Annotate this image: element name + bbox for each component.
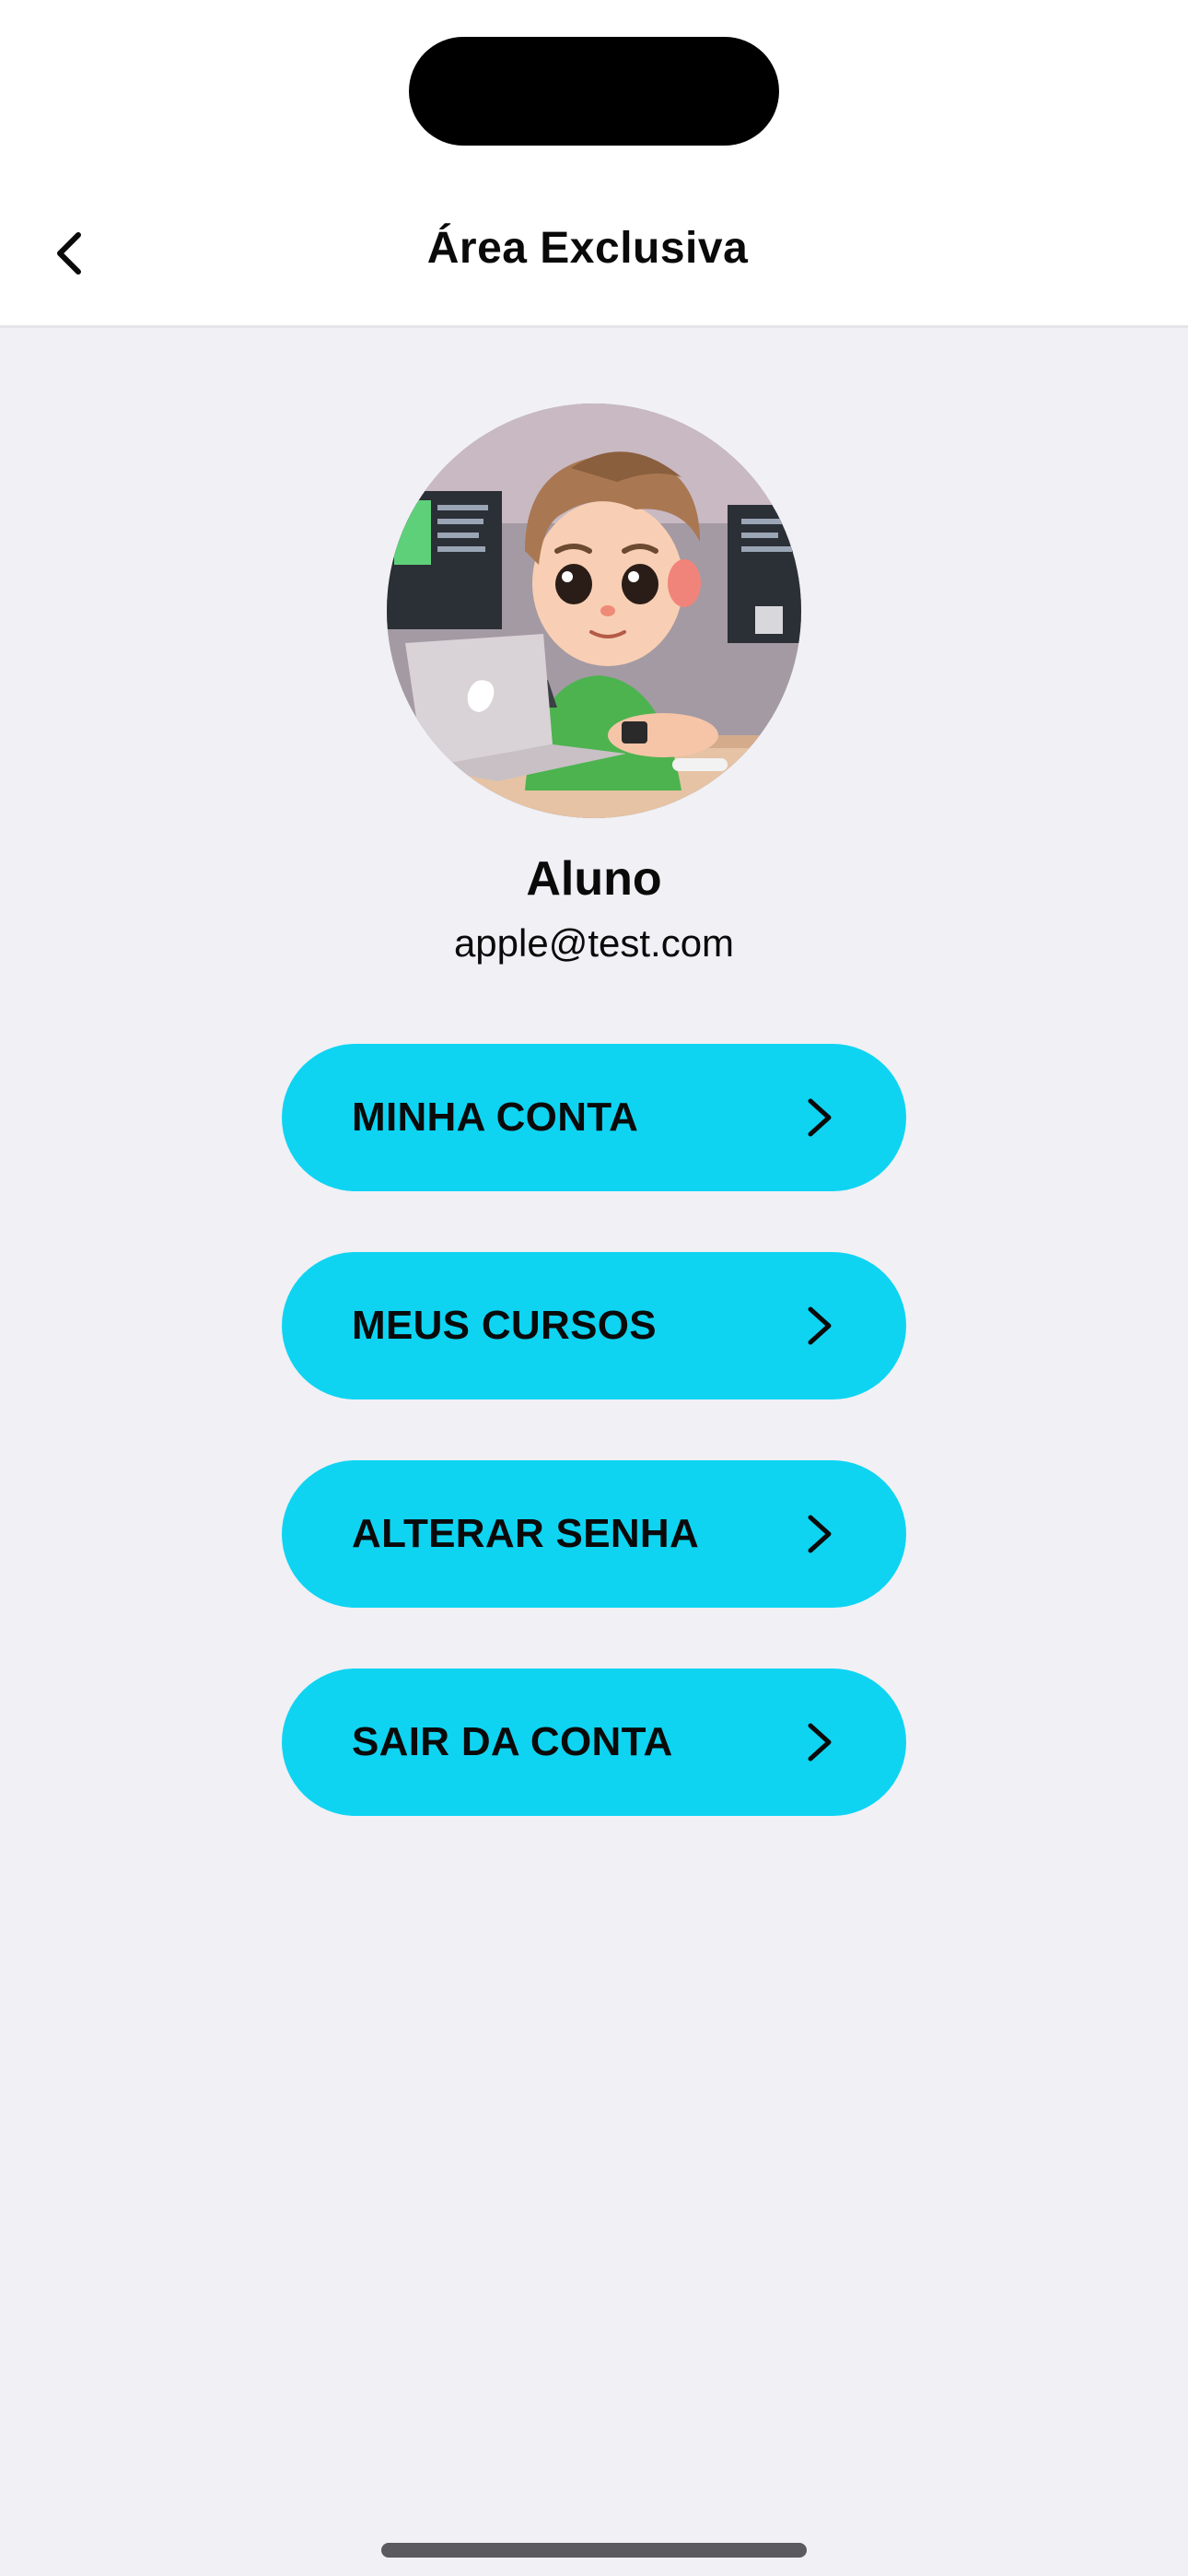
user-name: Aluno: [526, 852, 662, 906]
page-title: Área Exclusiva: [426, 224, 749, 273]
avatar: [387, 404, 801, 818]
chevron-right-icon: [808, 1515, 832, 1553]
change-password-label: ALTERAR SENHA: [352, 1511, 700, 1556]
avatar-illustration: [387, 404, 801, 818]
logout-label: SAIR DA CONTA: [352, 1719, 673, 1764]
chevron-right-icon: [808, 1723, 832, 1762]
my-account-button[interactable]: MINHA CONTA: [282, 1044, 906, 1191]
my-courses-label: MEUS CURSOS: [352, 1303, 657, 1348]
chevron-right-icon: [808, 1098, 832, 1137]
change-password-button[interactable]: ALTERAR SENHA: [282, 1460, 906, 1608]
navigation-header: Área Exclusiva: [0, 0, 1188, 328]
logout-button[interactable]: SAIR DA CONTA: [282, 1669, 906, 1816]
my-account-label: MINHA CONTA: [352, 1095, 639, 1140]
dynamic-island: [409, 37, 779, 146]
chevron-right-icon: [808, 1306, 832, 1345]
user-email: apple@test.com: [453, 921, 735, 965]
home-indicator[interactable]: [381, 2543, 807, 2558]
my-courses-button[interactable]: MEUS CURSOS: [282, 1252, 906, 1399]
